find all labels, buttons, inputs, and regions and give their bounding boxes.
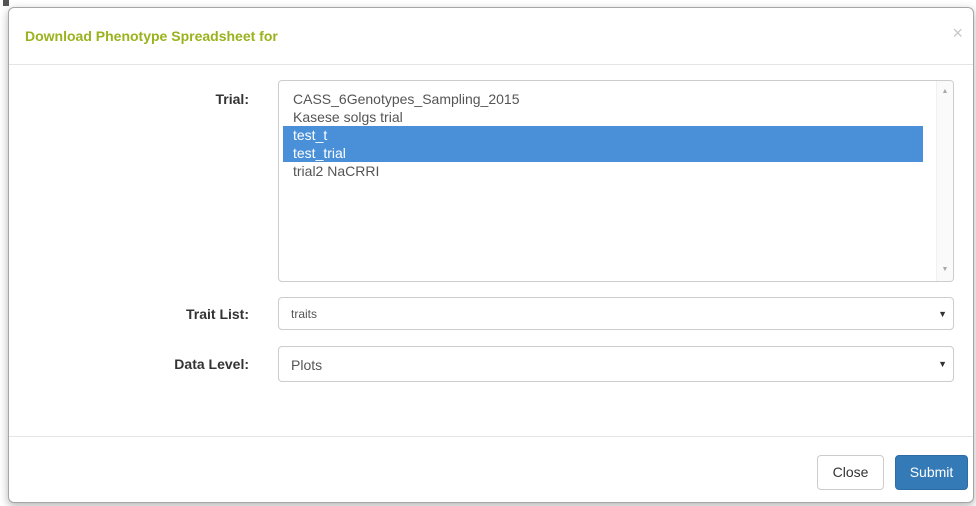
chevron-down-icon: ▼ — [938, 359, 947, 369]
trait-list-label: Trait List: — [185, 306, 249, 322]
chevron-down-icon: ▼ — [938, 309, 947, 319]
trial-option[interactable]: CASS_6Genotypes_Sampling_2015 — [283, 90, 923, 108]
close-button[interactable]: Close — [817, 455, 884, 490]
trial-option-selected[interactable]: test_trial — [283, 144, 923, 162]
trait-list-select[interactable]: traits ▼ — [278, 297, 954, 330]
data-level-value: Plots — [291, 357, 323, 373]
data-level-label: Data Level: — [174, 356, 249, 372]
trial-option[interactable]: trial2 NaCRRI — [283, 162, 923, 180]
listbox-scrollbar[interactable]: ▲ ▼ — [936, 81, 953, 281]
dialog-footer: Close Submit — [9, 436, 973, 505]
trial-option[interactable]: Kasese solgs trial — [283, 108, 923, 126]
submit-button[interactable]: Submit — [895, 455, 968, 490]
scroll-up-icon[interactable]: ▲ — [937, 85, 953, 99]
dialog-header: Download Phenotype Spreadsheet for × — [9, 8, 973, 65]
backdrop-fragment — [3, 0, 9, 6]
page-backdrop — [0, 0, 8, 506]
scroll-down-icon[interactable]: ▼ — [937, 263, 953, 277]
dialog-title: Download Phenotype Spreadsheet for — [25, 28, 278, 44]
download-phenotype-dialog: Download Phenotype Spreadsheet for × Tri… — [8, 7, 974, 503]
data-level-select[interactable]: Plots ▼ — [278, 346, 954, 382]
close-icon[interactable]: × — [952, 24, 963, 42]
trial-option-selected[interactable]: test_t — [283, 126, 923, 144]
trial-multiselect[interactable]: CASS_6Genotypes_Sampling_2015 Kasese sol… — [278, 80, 954, 282]
trial-label: Trial: — [215, 91, 249, 107]
trait-list-value: traits — [291, 307, 318, 321]
